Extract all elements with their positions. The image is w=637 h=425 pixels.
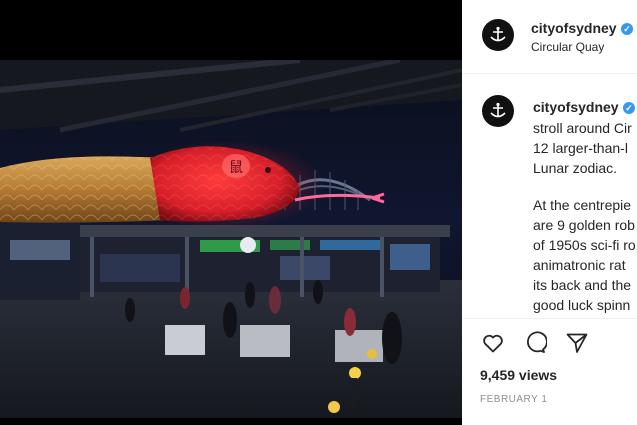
verified-badge-icon: ✓ (621, 23, 633, 35)
harbour-logo-icon (490, 26, 506, 42)
instagram-post-modal: 鼠 cityofsydney ✓ Circular Quay cityofsyd… (0, 0, 637, 425)
caption-line: its back and the (533, 277, 632, 293)
video-scene: 鼠 (0, 60, 462, 418)
caption-line: good luck spinn (533, 297, 631, 313)
header-username[interactable]: cityofsydney (531, 20, 617, 36)
caption-line: stroll around Cir (533, 120, 632, 136)
caption-avatar[interactable] (482, 95, 514, 127)
harbour-logo-icon (490, 102, 506, 118)
comment-icon (527, 331, 547, 353)
avatar[interactable] (482, 19, 514, 51)
view-count[interactable]: 9,459 views (480, 367, 557, 383)
post-location[interactable]: Circular Quay (531, 40, 604, 54)
post-caption: cityofsydney ✓ stroll around Cir 12 larg… (462, 75, 637, 320)
media-panel: 鼠 (0, 0, 462, 425)
section-divider (462, 318, 637, 319)
share-button[interactable] (564, 330, 590, 356)
caption-line: of 1950s sci-fi ro (533, 237, 636, 253)
heart-icon (483, 334, 503, 353)
caption-line: At the centrepie (533, 197, 632, 213)
post-header: cityofsydney ✓ Circular Quay (462, 0, 637, 74)
neon-sign-text: 鼠 (229, 160, 243, 176)
share-icon (566, 333, 588, 353)
post-side-panel: cityofsydney ✓ Circular Quay cityofsydne… (462, 0, 637, 425)
caption-line: animatronic rat (533, 257, 626, 273)
comment-button[interactable] (522, 330, 548, 356)
caption-line: 12 larger-than-l (533, 140, 628, 156)
like-button[interactable] (480, 330, 506, 356)
post-video[interactable]: 鼠 (0, 60, 462, 418)
post-date[interactable]: FEBRUARY 1 (480, 394, 547, 405)
caption-line: Lunar zodiac. (533, 160, 618, 176)
post-actions (480, 330, 590, 358)
verified-badge-icon: ✓ (623, 102, 635, 114)
caption-line: are 9 golden rob (533, 217, 635, 233)
caption-username[interactable]: cityofsydney (533, 99, 619, 115)
